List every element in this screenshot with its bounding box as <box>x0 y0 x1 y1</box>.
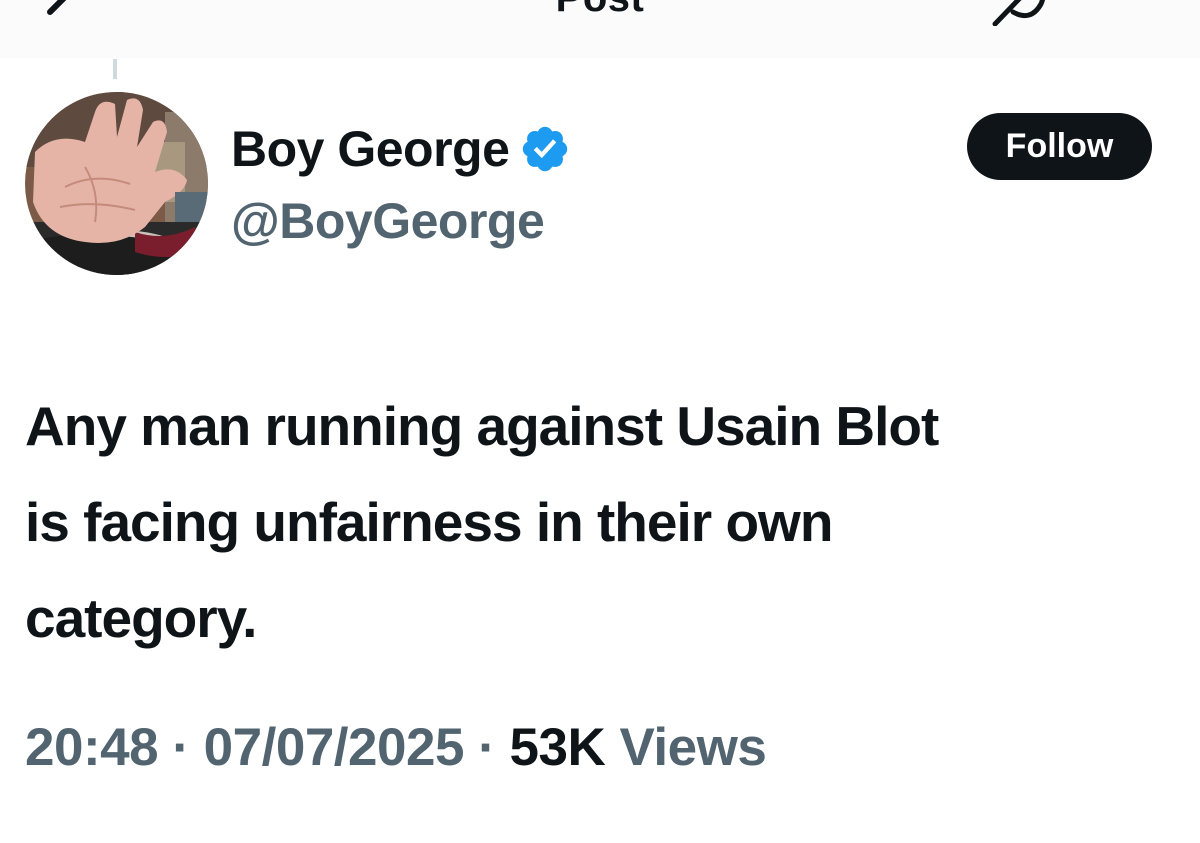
grok-icon[interactable] <box>985 0 1055 26</box>
views-count[interactable]: 53K <box>510 718 606 777</box>
tweet-text-line: Any man running against Usain Blot <box>25 395 939 457</box>
verified-badge-icon <box>523 126 568 172</box>
tweet-text: Any man running against Usain Blot is fa… <box>25 378 1185 666</box>
separator-dot: · <box>158 718 204 777</box>
separator-dot: · <box>463 718 510 777</box>
tweet-text-line: category. <box>25 587 257 649</box>
views-label: Views <box>605 718 767 777</box>
post-time[interactable]: 20:48 <box>25 718 159 777</box>
avatar[interactable] <box>25 92 208 275</box>
author-name-row: Boy George <box>231 115 571 183</box>
top-navigation-bar: Post <box>0 0 1200 58</box>
follow-button[interactable]: Follow <box>967 113 1152 180</box>
thread-connector-line <box>113 59 117 79</box>
post-date[interactable]: 07/07/2025 <box>204 718 465 777</box>
more-horizontal-icon[interactable] <box>1085 0 1145 8</box>
tweet-metadata: 20:48 · 07/07/2025 · 53K Views <box>25 717 767 778</box>
tweet-text-line: is facing unfairness in their own <box>25 491 833 553</box>
author-handle[interactable]: @BoyGeorge <box>231 192 545 250</box>
author-display-name[interactable]: Boy George <box>231 120 510 178</box>
